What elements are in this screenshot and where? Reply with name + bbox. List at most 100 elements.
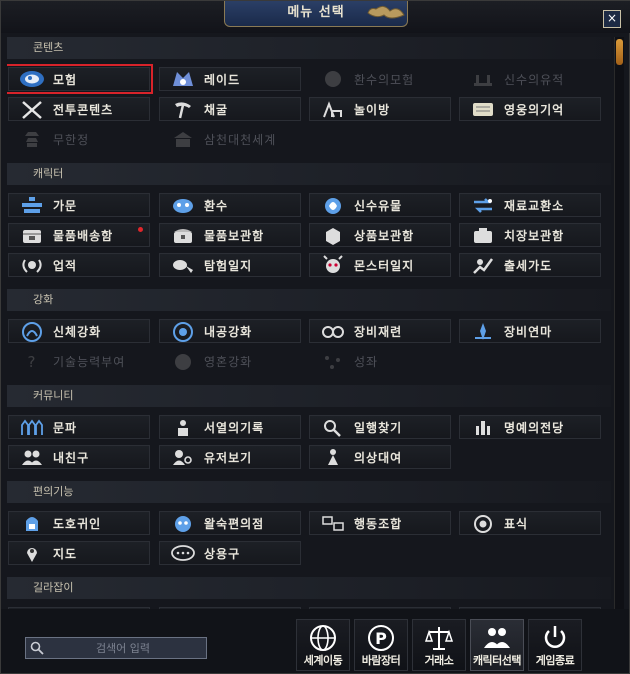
equipment-refine-icon (318, 320, 348, 342)
noble-icon (17, 512, 47, 534)
menu-item-map-pin[interactable]: 지도 (8, 541, 150, 565)
quick-button-label: 캐릭터선택 (472, 654, 522, 667)
section-header: 콘텐츠 (7, 37, 611, 59)
menu-item-equipment-polish[interactable]: 장비연마 (459, 319, 601, 343)
menu-item-label: 업적 (53, 258, 78, 273)
character-select-button[interactable]: 캐릭터선택 (470, 619, 524, 671)
menu-item-label: 도호귀인 (53, 516, 102, 531)
menu-item-label: 물품보관함 (204, 228, 265, 243)
skill-grant-icon: ? (17, 350, 47, 372)
menu-item-playroom[interactable]: 놀이방 (309, 97, 451, 121)
spirit-beast-icon (168, 194, 198, 216)
menu-item-delivery-box[interactable]: 물품배송함 (8, 223, 150, 247)
menu-item-label: 문파 (53, 420, 78, 435)
menu-item-convenience-store[interactable]: 왈숙편의점 (159, 511, 301, 535)
menu-item-user-view[interactable]: 유저보기 (159, 445, 301, 469)
menu-item-label: 표식 (504, 516, 529, 531)
menu-item-label: 상품보관함 (354, 228, 415, 243)
menu-item-product-storage[interactable]: 상품보관함 (309, 223, 451, 247)
menu-item-label: 장비재련 (354, 324, 403, 339)
equipment-polish-icon (468, 320, 498, 342)
menu-item-constellation: 성좌 (309, 349, 451, 373)
scrollbar[interactable] (614, 37, 624, 609)
soul-enhance-icon (168, 350, 198, 372)
menu-item-divine-ruins: 신수의유적 (459, 67, 601, 91)
quick-button-label: 세계이동 (303, 654, 343, 667)
menu-item-exchange[interactable]: 재료교환소 (459, 193, 601, 217)
menu-item-label: 명예의전당 (504, 420, 565, 435)
scales-button[interactable]: 거래소 (412, 619, 466, 671)
power-button[interactable]: 게임종료 (528, 619, 582, 671)
crossed-swords-icon (17, 98, 47, 120)
menu-item-label: 왈숙편의점 (204, 516, 265, 531)
menu-item-exploration-journal[interactable]: 탐험일지 (159, 253, 301, 277)
convenience-store-icon (168, 512, 198, 534)
achievement-icon (17, 254, 47, 276)
menu-item-adventure[interactable]: 모험 (7, 64, 153, 94)
menu-item-temple: 삼천대천세계 (159, 127, 301, 151)
search-input[interactable] (48, 641, 198, 655)
menu-item-noble[interactable]: 도호귀인 (8, 511, 150, 535)
menu-item-inner-power[interactable]: 내공강화 (159, 319, 301, 343)
menu-item-body-enhance[interactable]: 신체강화 (8, 319, 150, 343)
menu-item-label: 몬스터일지 (354, 258, 415, 273)
menu-item-ranking[interactable]: 서열의기록 (159, 415, 301, 439)
menu-item-divine-relic[interactable]: 신수유물 (309, 193, 451, 217)
market-button[interactable]: P 바람장터 (354, 619, 408, 671)
menu-item-chat-bubble[interactable]: 상용구 (159, 541, 301, 565)
storage-chest-icon (168, 224, 198, 246)
quick-button-label: 바람장터 (361, 654, 401, 667)
menu-item-label: 내공강화 (204, 324, 253, 339)
section-header: 커뮤니티 (7, 385, 611, 407)
menu-item-hall-of-fame[interactable]: 명예의전당 (459, 415, 601, 439)
clan-icon (17, 194, 47, 216)
menu-item-equipment-refine[interactable]: 장비재련 (309, 319, 451, 343)
menu-item-label: 신수유물 (354, 198, 403, 213)
menu-item-guild[interactable]: 문파 (8, 415, 150, 439)
menu-item-spirit-beast[interactable]: 환수 (159, 193, 301, 217)
menu-item-storage-chest[interactable]: 물품보관함 (159, 223, 301, 247)
menu-item-monster-journal[interactable]: 몬스터일지 (309, 253, 451, 277)
menu-item-label: 영웅의기억 (504, 102, 565, 117)
hall-of-fame-icon (468, 416, 498, 438)
menu-item-achievement[interactable]: 업적 (8, 253, 150, 277)
menu-item-clan[interactable]: 가문 (8, 193, 150, 217)
menu-item-mining[interactable]: 채굴 (159, 97, 301, 121)
mining-icon (168, 98, 198, 120)
section-header: 편의기능 (7, 481, 611, 503)
menu-window: 메뉴 선택 × 콘텐츠모험 레이드 환수의모험 신수의유적전투콘텐츠 채굴 놀이방 영웅의기… (0, 0, 630, 674)
menu-item-party-search[interactable]: 일행찾기 (309, 415, 451, 439)
menu-item-action-combo[interactable]: 행동조합 (309, 511, 451, 535)
pagoda-icon (17, 128, 47, 150)
menu-item-label: 삼천대천세계 (204, 132, 277, 147)
character-select-icon (471, 622, 523, 654)
menu-item-label: 지도 (53, 546, 78, 561)
globe-button[interactable]: 세계이동 (296, 619, 350, 671)
divine-relic-icon (318, 194, 348, 216)
menu-item-crossed-swords[interactable]: 전투콘텐츠 (8, 97, 150, 121)
menu-item-label: 영혼강화 (204, 354, 253, 369)
menu-content: 콘텐츠 모험 레이드 환수의모험 신수의유적 전투콘텐츠 채굴 놀이방 영웅의기억 무한정 삼천대천… (7, 37, 611, 609)
menu-item-label: 채굴 (204, 102, 229, 117)
career-path-icon (468, 254, 498, 276)
monster-journal-icon (318, 254, 348, 276)
menu-item-label: 행동조합 (354, 516, 403, 531)
menu-item-raid[interactable]: 레이드 (159, 67, 301, 91)
scales-icon (413, 622, 465, 654)
search-box[interactable] (25, 637, 207, 659)
menu-item-costume-storage[interactable]: 치장보관함 (459, 223, 601, 247)
menu-item-career-path[interactable]: 출세가도 (459, 253, 601, 277)
scroll-icon (468, 98, 498, 120)
menu-item-friends[interactable]: 내친구 (8, 445, 150, 469)
menu-item-spirit-adventure: 환수의모험 (309, 67, 451, 91)
menu-item-label: 물품배송함 (53, 228, 114, 243)
menu-item-label: 전투콘텐츠 (53, 102, 114, 117)
menu-item-costume-rental[interactable]: 의상대여 (309, 445, 451, 469)
close-button[interactable]: × (603, 10, 621, 28)
menu-item-marker[interactable]: 표식 (459, 511, 601, 535)
menu-item-label: 치장보관함 (504, 228, 565, 243)
delivery-box-icon (17, 224, 47, 246)
titlebar[interactable]: 메뉴 선택 × (1, 1, 630, 33)
scroll-thumb[interactable] (616, 39, 623, 65)
menu-item-scroll[interactable]: 영웅의기억 (459, 97, 601, 121)
